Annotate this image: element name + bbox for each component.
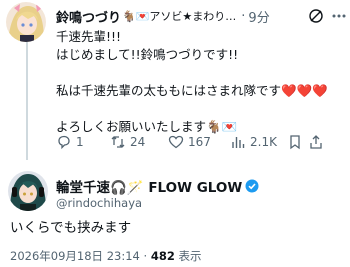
more-options-icon[interactable] bbox=[332, 14, 346, 18]
reply-button[interactable]: 1 bbox=[56, 134, 110, 150]
main-view-label: 表示 bbox=[178, 249, 202, 263]
share-button[interactable] bbox=[308, 134, 324, 150]
bookmark-button[interactable] bbox=[288, 134, 302, 150]
main-tweet-text: いくらでも挟みます bbox=[10, 220, 132, 236]
main-view-count: 482 bbox=[150, 249, 175, 263]
share-icon bbox=[310, 135, 322, 149]
reply-line-3 bbox=[56, 64, 346, 82]
hearts-emoji: ❤️❤️❤️ bbox=[281, 83, 328, 98]
reply-icon bbox=[58, 135, 70, 150]
reply-action-bar: 1 24 167 2.1K bbox=[56, 133, 342, 151]
repost-icon bbox=[111, 136, 125, 148]
thread-connector-line bbox=[26, 40, 28, 160]
main-author-handle[interactable]: @rindochihaya bbox=[56, 196, 142, 210]
verified-badge-icon bbox=[245, 179, 259, 193]
views-count: 2.1K bbox=[250, 135, 277, 149]
main-tweet-date[interactable]: 2026年09月18日 23:14 bbox=[10, 249, 140, 263]
reply-line-5 bbox=[56, 100, 346, 118]
reply-tweet-header: 鈴鳴つづり 🐐💌アソビ★まわり… · 9分 bbox=[56, 6, 346, 26]
views-chart-icon bbox=[232, 137, 245, 148]
heart-icon bbox=[168, 135, 184, 149]
reply-line-4: 私は千速先輩の太ももにはさまれ隊です❤️❤️❤️ bbox=[56, 82, 346, 100]
reply-line-4-text: 私は千速先輩の太ももにはさまれ隊です bbox=[56, 83, 282, 98]
reply-author-name[interactable]: 鈴鳴つづり bbox=[56, 7, 121, 26]
repost-count: 24 bbox=[130, 135, 146, 149]
reply-tweet-text: 千速先輩!!! はじめまして!!鈴鳴つづりです!! 私は千速先輩の太ももにはさま… bbox=[56, 28, 346, 136]
main-tweet-meta: 2026年09月18日 23:14 · 482 表示 bbox=[10, 248, 201, 264]
reply-line-2: はじめまして!!鈴鳴つづりです!! bbox=[56, 47, 239, 62]
grok-icon[interactable] bbox=[308, 8, 324, 24]
reply-timestamp[interactable]: 9分 bbox=[248, 7, 269, 26]
views-button[interactable]: 2.1K bbox=[230, 134, 288, 150]
like-count: 167 bbox=[188, 135, 211, 149]
bookmark-icon bbox=[290, 135, 300, 150]
header-separator: · bbox=[241, 8, 246, 24]
main-author-avatar[interactable] bbox=[8, 171, 48, 211]
meta-separator: · bbox=[143, 249, 148, 263]
reply-author-name-badges: 🐐💌アソビ★まわり… bbox=[122, 10, 237, 23]
main-author-name[interactable]: 輪堂千速🎧🪄 FLOW GLOW bbox=[56, 176, 242, 196]
reply-count: 1 bbox=[76, 135, 84, 149]
reply-line-1: 千速先輩!!! bbox=[56, 29, 122, 44]
main-tweet-header: 輪堂千速🎧🪄 FLOW GLOW bbox=[56, 176, 259, 196]
like-button[interactable]: 167 bbox=[168, 134, 230, 150]
repost-button[interactable]: 24 bbox=[110, 134, 168, 150]
reply-author-avatar[interactable] bbox=[6, 2, 46, 42]
